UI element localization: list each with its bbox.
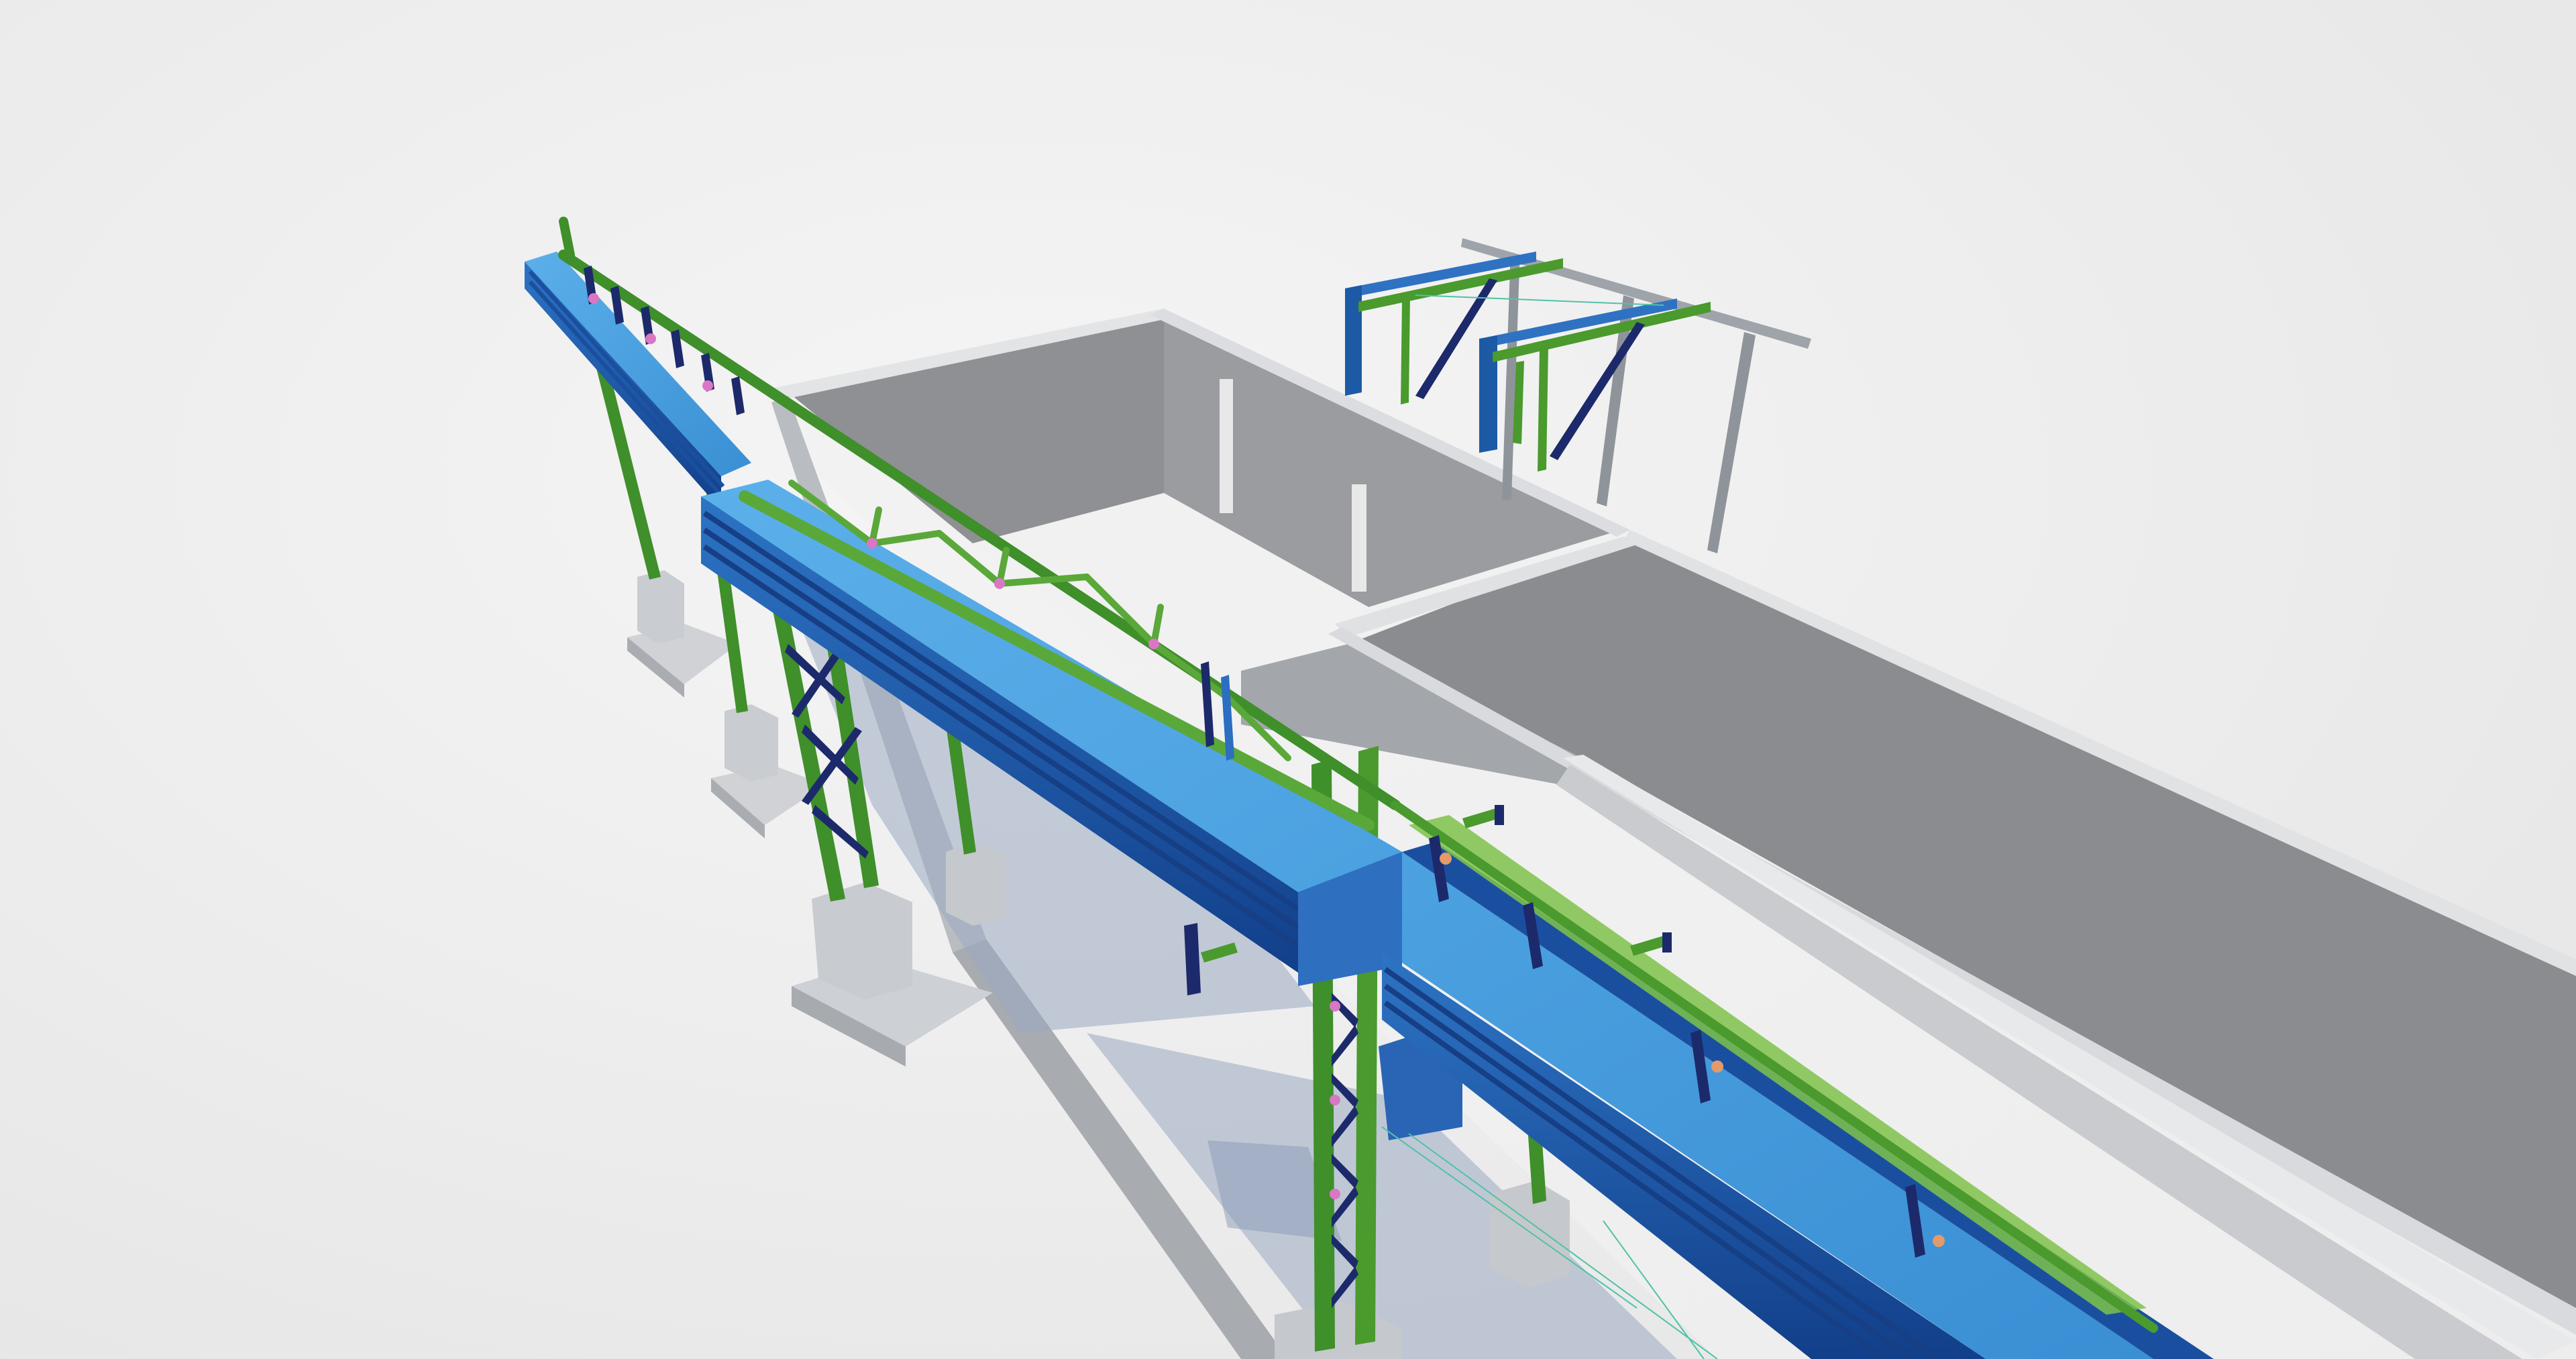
- concrete-footing[interactable]: [946, 842, 1006, 926]
- concrete-footing[interactable]: [1489, 1181, 1570, 1288]
- door-opening: [1352, 484, 1366, 592]
- conveyor-belt-upper: [525, 252, 751, 476]
- model-scene[interactable]: [0, 0, 2576, 1359]
- 3d-viewport[interactable]: [0, 0, 2576, 1359]
- door-opening: [1220, 379, 1233, 513]
